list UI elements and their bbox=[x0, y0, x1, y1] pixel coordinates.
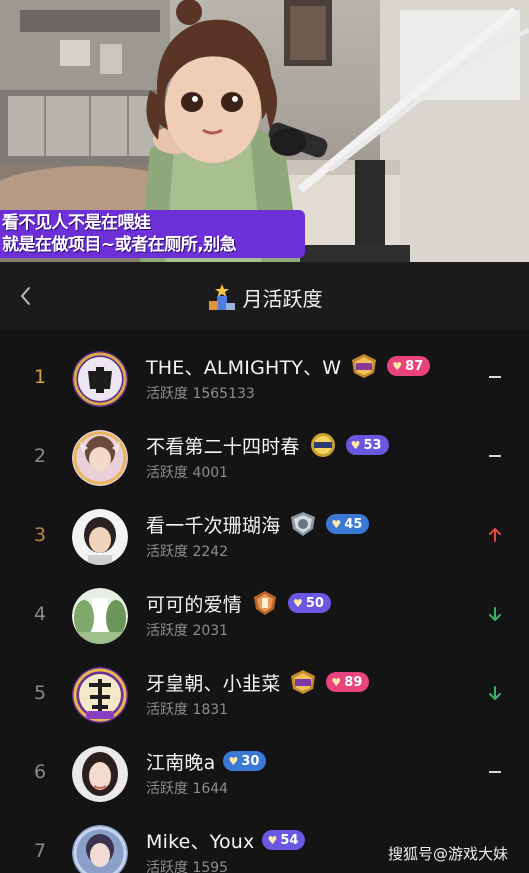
avatar[interactable] bbox=[72, 667, 128, 723]
fan-level: 87 bbox=[405, 358, 424, 374]
trend-up-icon bbox=[489, 528, 501, 542]
name-line: 看一千次珊瑚海 ♥ 45 bbox=[146, 511, 370, 537]
activity-score: 活跃度 1595 bbox=[146, 860, 229, 873]
heart-icon: ♥ bbox=[293, 596, 303, 610]
fan-level: 50 bbox=[305, 595, 324, 611]
ranking-row[interactable]: 3 看一千次珊瑚海 ♥ 45 活跃度 2242 bbox=[0, 498, 529, 577]
fan-level: 30 bbox=[241, 753, 260, 769]
fan-level: 45 bbox=[344, 516, 363, 532]
bronze-medal-icon bbox=[254, 591, 277, 615]
star-medal-icon bbox=[352, 354, 377, 378]
username: 看一千次珊瑚海 bbox=[146, 514, 281, 537]
avatar-image bbox=[72, 667, 128, 723]
heart-icon: ♥ bbox=[331, 675, 342, 689]
username: 牙皇朝、小韭菜 bbox=[146, 672, 281, 695]
stream-caption-line-2: 就是在做项目~或者在厕所,别急 bbox=[2, 235, 237, 255]
trend-down-icon bbox=[489, 686, 501, 700]
ranking-row[interactable]: 2 不看第二十四时春 ♥ 53 活跃度 4001 bbox=[0, 419, 529, 498]
rank-number: 2 bbox=[33, 445, 47, 467]
avatar[interactable] bbox=[72, 588, 128, 644]
name-line: 江南晚a ♥ 30 bbox=[146, 748, 267, 774]
heart-icon: ♥ bbox=[350, 438, 361, 452]
avatar-image bbox=[72, 825, 128, 873]
fan-level-badge: ♥ 45 bbox=[326, 514, 370, 534]
rank-number: 4 bbox=[33, 603, 47, 625]
activity-score: 活跃度 2242 bbox=[146, 544, 229, 560]
fan-level-badge: ♥ 53 bbox=[345, 435, 389, 455]
fan-level-badge: ♥ 87 bbox=[387, 356, 431, 376]
avatar[interactable] bbox=[72, 746, 128, 802]
trend-down-icon bbox=[489, 607, 501, 621]
gold-medal-icon bbox=[310, 433, 335, 457]
avatar[interactable] bbox=[72, 509, 128, 565]
fan-level: 89 bbox=[344, 674, 363, 690]
heart-icon: ♥ bbox=[228, 754, 239, 768]
rank-number: 7 bbox=[33, 840, 47, 862]
avatar-image bbox=[72, 430, 128, 486]
activity-score: 活跃度 1644 bbox=[146, 781, 229, 797]
heart-icon: ♥ bbox=[267, 833, 278, 847]
activity-ranking-list: 1 THE、ALMIGHTY、W ♥ 87 活跃度 1565133 2 不看第二… bbox=[0, 330, 529, 873]
fan-level: 54 bbox=[280, 832, 299, 848]
name-line: 可可的爱情 ♥ 50 bbox=[146, 590, 331, 616]
activity-score: 活跃度 1565133 bbox=[146, 386, 255, 402]
ranking-row[interactable]: 6 江南晚a ♥ 30 活跃度 1644 bbox=[0, 735, 529, 814]
title-group: 月活跃度 bbox=[0, 282, 529, 312]
trend-same-icon bbox=[489, 771, 501, 773]
watermark: 搜狐号@游戏大妹 bbox=[388, 845, 509, 863]
name-line: Mike、Youx ♥ 54 bbox=[146, 827, 306, 853]
avatar-image bbox=[72, 746, 128, 802]
avatar-image bbox=[72, 351, 128, 407]
fan-level-badge: ♥ 89 bbox=[326, 672, 370, 692]
username: THE、ALMIGHTY、W bbox=[146, 356, 342, 379]
fan-level: 53 bbox=[363, 437, 382, 453]
username: Mike、Youx bbox=[146, 830, 255, 853]
ranking-row[interactable]: 5 牙皇朝、小韭菜 ♥ 89 活跃度 1831 bbox=[0, 656, 529, 735]
name-line: 不看第二十四时春 ♥ 53 bbox=[146, 432, 389, 458]
avatar[interactable] bbox=[72, 351, 128, 407]
rank-number: 6 bbox=[33, 761, 47, 783]
live-stream-preview[interactable]: 看不见人不是在喂娃 就是在做项目~或者在厕所,别急 bbox=[0, 0, 529, 262]
name-line: 牙皇朝、小韭菜 ♥ 89 bbox=[146, 669, 370, 695]
avatar-image bbox=[72, 588, 128, 644]
avatar-image bbox=[72, 509, 128, 565]
podium-icon bbox=[208, 284, 235, 310]
stream-caption-line-1: 看不见人不是在喂娃 bbox=[2, 213, 151, 233]
heart-icon: ♥ bbox=[331, 517, 342, 531]
fan-level-badge: ♥ 50 bbox=[288, 593, 331, 613]
ranking-row[interactable]: 1 THE、ALMIGHTY、W ♥ 87 活跃度 1565133 bbox=[0, 340, 529, 419]
panel-header: 月活跃度 bbox=[0, 262, 529, 330]
activity-score: 活跃度 2031 bbox=[146, 623, 229, 639]
username: 江南晚a bbox=[146, 751, 216, 774]
rank-number: 5 bbox=[33, 682, 47, 704]
panel-title: 月活跃度 bbox=[242, 286, 323, 311]
fan-level-badge: ♥ 54 bbox=[262, 830, 306, 850]
avatar[interactable] bbox=[72, 825, 128, 873]
rank-number: 1 bbox=[33, 366, 47, 388]
name-line: THE、ALMIGHTY、W ♥ 87 bbox=[146, 353, 431, 379]
ranking-row[interactable]: 4 可可的爱情 ♥ 50 活跃度 2031 bbox=[0, 577, 529, 656]
trend-same-icon bbox=[489, 455, 501, 457]
activity-score: 活跃度 1831 bbox=[146, 702, 229, 718]
activity-score: 活跃度 4001 bbox=[146, 465, 229, 481]
username: 可可的爱情 bbox=[146, 593, 243, 616]
trend-same-icon bbox=[489, 376, 501, 378]
silver-shield-medal-icon bbox=[291, 512, 316, 536]
rank-number: 3 bbox=[33, 524, 47, 546]
avatar[interactable] bbox=[72, 430, 128, 486]
fan-level-badge: ♥ 30 bbox=[223, 751, 267, 771]
stream-caption-banner: 看不见人不是在喂娃 就是在做项目~或者在厕所,别急 bbox=[0, 210, 305, 258]
star-medal-icon bbox=[291, 670, 316, 694]
username: 不看第二十四时春 bbox=[146, 435, 300, 458]
heart-icon: ♥ bbox=[392, 359, 403, 373]
